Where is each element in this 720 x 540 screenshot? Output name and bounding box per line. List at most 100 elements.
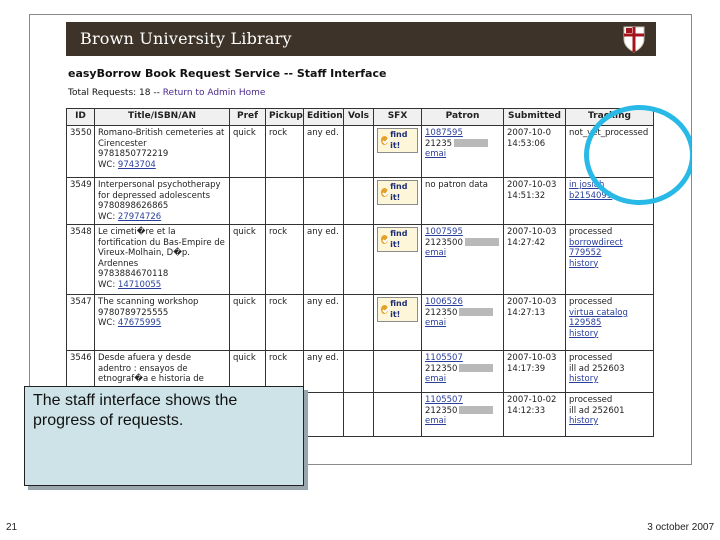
vols-cell xyxy=(343,125,374,178)
submitted-value: 2007-10-0 xyxy=(507,128,551,138)
edition-value: any ed. xyxy=(307,353,339,363)
col-header-sfx[interactable]: SFX xyxy=(373,108,422,126)
find-it-label: find it! xyxy=(390,182,408,202)
total-requests-line: Total Requests: 18 -- Return to Admin Ho… xyxy=(68,88,265,98)
patron-id-link[interactable]: 1105507 xyxy=(425,395,463,405)
slide-date: 3 october 2007 xyxy=(647,522,714,533)
vols-cell xyxy=(343,294,374,351)
pref-cell: quick xyxy=(229,224,266,295)
worldcat-label: WC: xyxy=(98,159,116,170)
title-line: Cirencester xyxy=(98,138,147,149)
pickup-value: rock xyxy=(269,297,288,307)
find-it-button[interactable]: find it! xyxy=(377,128,418,153)
col-header-vols[interactable]: Vols xyxy=(343,108,374,126)
patron-detail: 212350 xyxy=(425,405,458,416)
patron-email-link[interactable]: emai xyxy=(425,318,446,328)
patron-id-link[interactable]: 1006526 xyxy=(425,297,463,307)
title-line: fortification du Bas-Empire de xyxy=(98,237,225,248)
tracking-status: ill ad 252601 xyxy=(569,405,625,416)
submitted-cell: 2007-10-03 14:27:13 xyxy=(503,294,566,351)
title-line: The scanning workshop xyxy=(98,297,199,307)
patron-id-link[interactable]: 1087595 xyxy=(425,128,463,138)
pref-cell: quick xyxy=(229,294,266,351)
title-line: 9780898626865 xyxy=(98,201,169,211)
col-header-id[interactable]: ID xyxy=(66,108,95,126)
vols-cell xyxy=(343,224,374,295)
pickup-value: rock xyxy=(269,227,288,237)
tracking-link[interactable]: history xyxy=(569,374,598,384)
tracking-cell: processed ill ad 252603 history xyxy=(565,350,654,393)
title-line: Le cimeti�re et la xyxy=(98,227,176,237)
tracking-link[interactable]: history xyxy=(569,329,598,339)
redaction-bar xyxy=(459,406,494,414)
request-id-cell: 3550 xyxy=(66,125,95,178)
patron-email-link[interactable]: emai xyxy=(425,416,446,426)
title-line: 9781850772219 xyxy=(98,149,169,159)
worldcat-label: WC: xyxy=(98,211,116,222)
find-it-button[interactable]: find it! xyxy=(377,227,418,252)
col-header-edition[interactable]: Edition xyxy=(303,108,344,126)
title-cell: The scanning workshop 9780789725555 WC: 47… xyxy=(94,294,230,351)
tracking-status: processed xyxy=(569,353,613,363)
tracking-link[interactable]: virtua catalog xyxy=(569,308,628,318)
title-line: Ardennes xyxy=(98,258,139,269)
submitted-cell: 2007-10-03 14:17:39 xyxy=(503,350,566,393)
sfx-cell: find it! xyxy=(373,224,422,295)
find-it-button[interactable]: find it! xyxy=(377,297,418,322)
slide-number: 21 xyxy=(6,522,18,533)
patron-detail: 212350 xyxy=(425,307,458,318)
total-requests-label: Total Requests: 18 -- xyxy=(68,88,160,98)
title-line: adentro : ensayos de xyxy=(98,363,188,374)
tracking-cell: processed borrowdirect 779552 history xyxy=(565,224,654,295)
tracking-highlight-circle xyxy=(584,105,691,205)
worldcat-link[interactable]: 47675995 xyxy=(118,318,161,328)
col-header-title[interactable]: Title/ISBN/AN xyxy=(94,108,230,126)
col-header-pref[interactable]: Pref xyxy=(229,108,266,126)
worldcat-link[interactable]: 27974726 xyxy=(118,212,161,222)
worldcat-label: WC: xyxy=(98,279,116,290)
edition-value: any ed. xyxy=(307,297,339,307)
title-line: Romano-British cemeteries at xyxy=(98,128,225,138)
pref-value: quick xyxy=(233,128,256,138)
table-row: 3550 Romano-British cemeteries at Cirences… xyxy=(66,125,654,178)
submitted-value: 14:17:39 xyxy=(507,363,546,374)
request-id-cell: 3549 xyxy=(66,177,95,225)
patron-detail: 21235 xyxy=(425,138,453,149)
submitted-value: 2007-10-03 xyxy=(507,227,557,237)
col-header-pickup[interactable]: Pickup xyxy=(265,108,304,126)
tracking-link[interactable]: 129585 xyxy=(569,318,601,328)
request-id: 3549 xyxy=(70,180,92,190)
edition-cell: any ed. xyxy=(303,350,344,393)
find-it-button[interactable]: find it! xyxy=(377,180,418,205)
pickup-cell: rock xyxy=(265,125,304,178)
patron-email-link[interactable]: emai xyxy=(425,248,446,258)
tracking-status: processed xyxy=(569,297,613,307)
table-row: 3549 Interpersonal psychotherapy for depre… xyxy=(66,177,654,225)
tracking-link[interactable]: history xyxy=(569,416,598,426)
patron-id-link[interactable]: 1105507 xyxy=(425,353,463,363)
submitted-value: 14:27:42 xyxy=(507,237,546,248)
pref-value: quick xyxy=(233,297,256,307)
title-line: for depressed adolescents xyxy=(98,190,211,201)
redaction-bar xyxy=(459,364,494,372)
tracking-link[interactable]: borrowdirect xyxy=(569,238,623,248)
worldcat-link[interactable]: 14710055 xyxy=(118,280,161,290)
title-cell: Le cimeti�re et la fortification du Bas-E… xyxy=(94,224,230,295)
patron-id-link[interactable]: 1007595 xyxy=(425,227,463,237)
tracking-link[interactable]: 779552 xyxy=(569,248,601,258)
find-it-label: find it! xyxy=(390,299,408,319)
patron-email-link[interactable]: emai xyxy=(425,149,446,159)
title-cell: Interpersonal psychotherapy for depressed… xyxy=(94,177,230,225)
patron-cell: 1006526 212350 emai xyxy=(421,294,504,351)
pickup-cell xyxy=(265,177,304,225)
sfx-cell: find it! xyxy=(373,177,422,225)
worldcat-link[interactable]: 9743704 xyxy=(118,160,156,170)
patron-email-link[interactable]: emai xyxy=(425,374,446,384)
submitted-cell: 2007-10-03 14:51:32 xyxy=(503,177,566,225)
tracking-link[interactable]: history xyxy=(569,259,598,269)
col-header-submitted[interactable]: Submitted xyxy=(503,108,566,126)
return-admin-link[interactable]: Return to Admin Home xyxy=(163,88,266,98)
col-header-patron[interactable]: Patron xyxy=(421,108,504,126)
title-cell: Romano-British cemeteries at Cirencester 9… xyxy=(94,125,230,178)
pref-value: quick xyxy=(233,227,256,237)
